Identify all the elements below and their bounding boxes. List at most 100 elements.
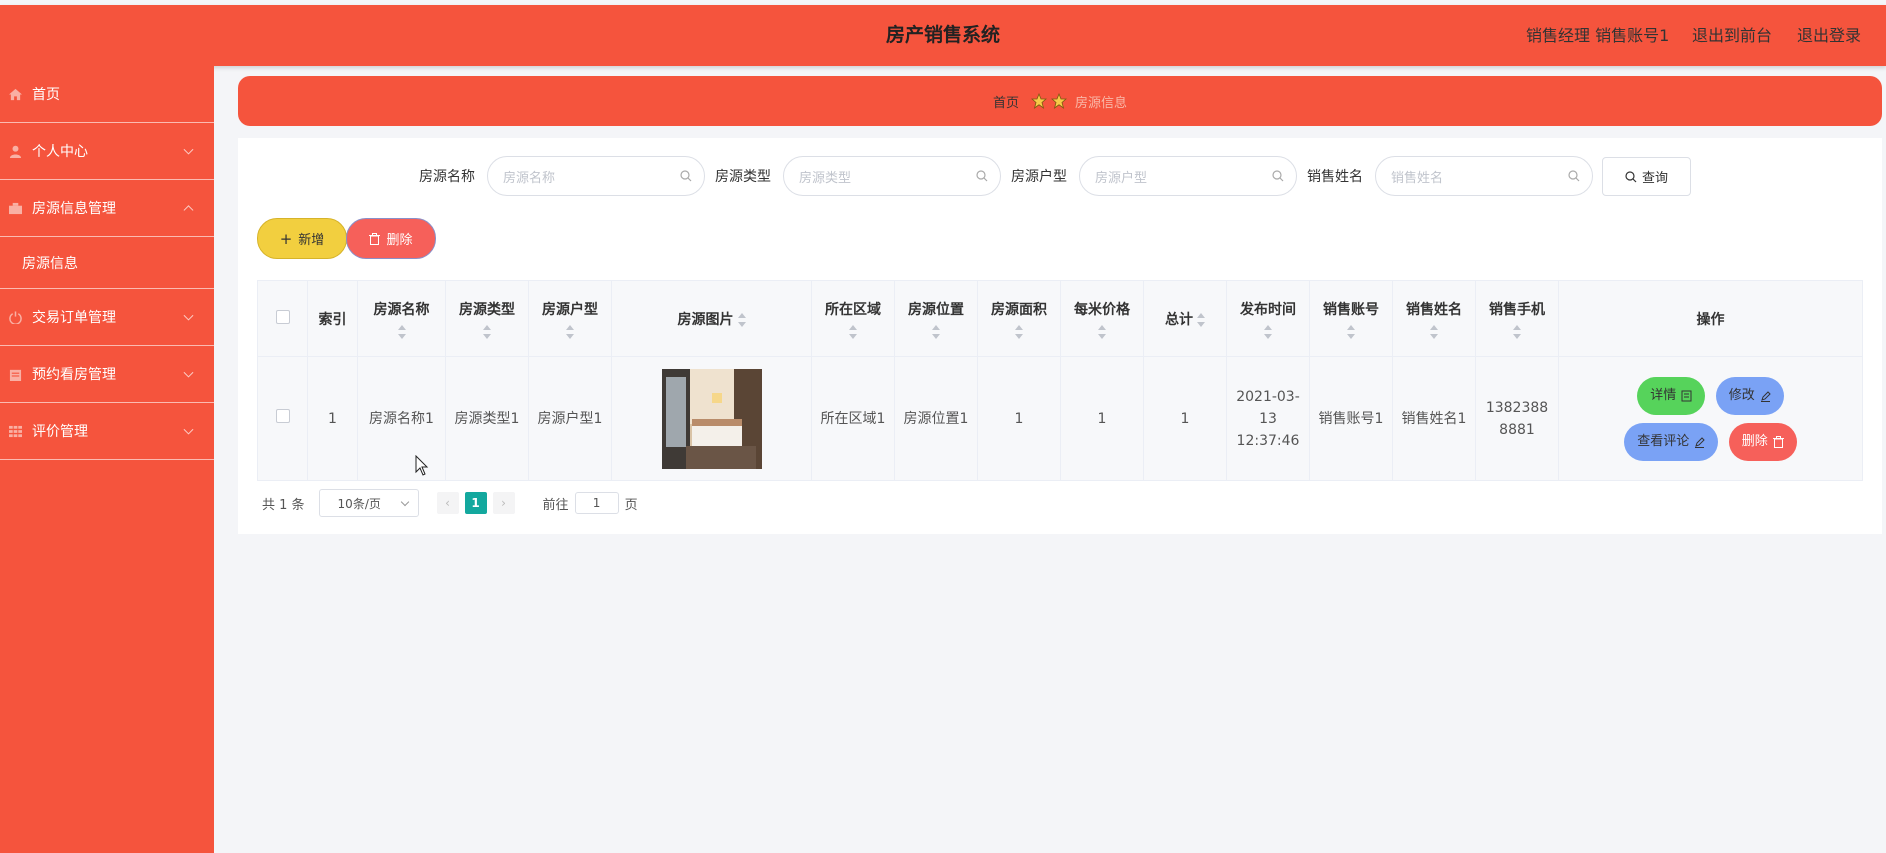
search-placeholder: 房源名称: [503, 170, 556, 186]
trash-icon: [369, 232, 381, 245]
column-header[interactable]: 房源图片: [611, 280, 812, 357]
column-header-label: 总计: [1165, 311, 1193, 328]
chevron-up-icon: [183, 205, 194, 216]
edit-button[interactable]: 修改: [1715, 376, 1784, 415]
sidebar-item-property-management[interactable]: 房源信息管理: [0, 180, 214, 237]
search-field-type: 房源类型 房源类型: [715, 156, 1001, 196]
cell-size: 1: [977, 356, 1061, 481]
page-number-active[interactable]: 1: [464, 492, 487, 514]
column-header[interactable]: 每米价格: [1060, 280, 1144, 357]
chevron-left-icon: ‹: [445, 496, 450, 510]
sort-icon: [1197, 312, 1205, 327]
sort-icon: [1430, 324, 1438, 339]
search-field-sales-name: 销售姓名 销售姓名: [1307, 156, 1593, 196]
sidebar-item-viewing-appointments[interactable]: 预约看房管理: [0, 346, 214, 403]
sort-icon: [566, 324, 574, 339]
prev-page-button[interactable]: ‹: [436, 492, 459, 514]
column-header-label: 销售账号: [1323, 301, 1379, 318]
logout-link[interactable]: 退出登录: [1797, 5, 1861, 66]
page-size-select[interactable]: 10条/页: [318, 489, 419, 517]
sort-icon: [1015, 324, 1023, 339]
column-header[interactable]: 房源户型: [528, 280, 612, 357]
trash-icon: [1772, 435, 1784, 448]
detail-button[interactable]: 详情: [1637, 376, 1706, 415]
column-header[interactable]: 房源名称: [357, 280, 446, 357]
cell-price-per-meter: 1: [1060, 356, 1144, 481]
select-all-checkbox[interactable]: [275, 309, 290, 324]
edit-button-label: 修改: [1728, 387, 1755, 403]
goto-page-input[interactable]: 1: [574, 492, 619, 514]
column-header[interactable]: 总计: [1143, 280, 1227, 357]
pencil-icon: [1695, 436, 1705, 448]
column-header-label: 房源面积: [991, 301, 1047, 318]
plus-icon: +: [279, 229, 293, 248]
query-button[interactable]: 查询: [1602, 157, 1691, 196]
chevron-right-icon: ›: [501, 496, 506, 510]
breadcrumb-home[interactable]: 首页: [993, 92, 1019, 111]
search-input-name[interactable]: 房源名称: [487, 156, 705, 196]
cell-publish-time: 2021-03-13 12:37:46: [1226, 356, 1310, 481]
search-input-type[interactable]: 房源类型: [783, 156, 1001, 196]
chevron-down-icon: [183, 310, 194, 321]
row-delete-button[interactable]: 删除: [1728, 422, 1797, 461]
search-input-layout[interactable]: 房源户型: [1079, 156, 1297, 196]
cell-index: 1: [307, 356, 358, 481]
view-comments-button[interactable]: 查看评论: [1624, 422, 1719, 461]
sidebar: 首页 个人中心 房源信息管理 房源信息 交易订单管理 预约看房管理 评价管理: [0, 66, 214, 853]
cell-layout: 房源户型1: [528, 356, 612, 481]
column-header[interactable]: 销售姓名: [1392, 280, 1476, 357]
column-header-label: 房源名称: [373, 301, 430, 318]
delete-button-label: 删除: [386, 233, 413, 248]
column-header-label: 房源位置: [908, 301, 964, 318]
sidebar-subitem-property-info[interactable]: 房源信息: [0, 237, 214, 289]
breadcrumb-separator: [1029, 93, 1069, 109]
cell-image: [611, 356, 812, 481]
row-delete-label: 删除: [1741, 433, 1768, 449]
column-header[interactable]: 房源位置: [894, 280, 978, 357]
sort-icon: [1098, 324, 1106, 339]
table-row: 1 房源名称1 房源类型1 房源户型1 所在区域1 房源位置1 1 1 1 20…: [257, 356, 1863, 481]
search-icon: [1625, 170, 1637, 182]
sort-icon: [1513, 324, 1521, 339]
grid-icon: [9, 425, 22, 437]
chevron-down-icon: [183, 144, 194, 155]
goto-suffix: 页: [624, 497, 638, 513]
batch-delete-button[interactable]: 删除: [346, 218, 436, 259]
select-all-cell: [257, 280, 308, 357]
bedroom-photo: [661, 368, 762, 469]
pagination-total: 共 1 条: [262, 497, 305, 513]
row-checkbox[interactable]: [275, 408, 290, 423]
add-button[interactable]: + 新增: [257, 218, 347, 259]
column-header-label: 所在区域: [825, 301, 881, 318]
sidebar-item-home[interactable]: 首页: [0, 66, 214, 123]
search-input-sales-name[interactable]: 销售姓名: [1375, 156, 1593, 196]
search-label: 销售姓名: [1307, 169, 1363, 185]
sidebar-item-reviews[interactable]: 评价管理: [0, 403, 214, 460]
view-comments-label: 查看评论: [1637, 433, 1690, 449]
sidebar-item-label: 评价管理: [32, 424, 88, 440]
sidebar-item-orders[interactable]: 交易订单管理: [0, 289, 214, 346]
column-header-label: 销售姓名: [1406, 301, 1462, 318]
next-page-button[interactable]: ›: [492, 492, 515, 514]
sort-icon: [737, 312, 746, 327]
column-header[interactable]: 房源面积: [977, 280, 1061, 357]
frontend-link[interactable]: 退出到前台: [1692, 5, 1772, 66]
column-header-label: 房源户型: [542, 301, 598, 318]
column-header[interactable]: 发布时间: [1226, 280, 1310, 357]
search-icon: [680, 170, 692, 182]
search-placeholder: 房源类型: [799, 170, 852, 186]
search-label: 房源户型: [1011, 169, 1067, 185]
column-header-label: 每米价格: [1074, 301, 1130, 318]
column-header[interactable]: 销售账号: [1309, 280, 1393, 357]
column-header[interactable]: 房源类型: [445, 280, 529, 357]
building-icon: [9, 202, 22, 214]
sidebar-item-label: 房源信息管理: [32, 201, 116, 217]
query-button-label: 查询: [1641, 171, 1668, 186]
sidebar-item-profile[interactable]: 个人中心: [0, 123, 214, 180]
sidebar-subitem-label: 房源信息: [22, 255, 78, 272]
search-placeholder: 销售姓名: [1391, 170, 1444, 186]
property-thumbnail[interactable]: [661, 368, 762, 469]
home-icon: [9, 88, 22, 100]
column-header[interactable]: 销售手机: [1475, 280, 1559, 357]
column-header[interactable]: 所在区域: [811, 280, 895, 357]
